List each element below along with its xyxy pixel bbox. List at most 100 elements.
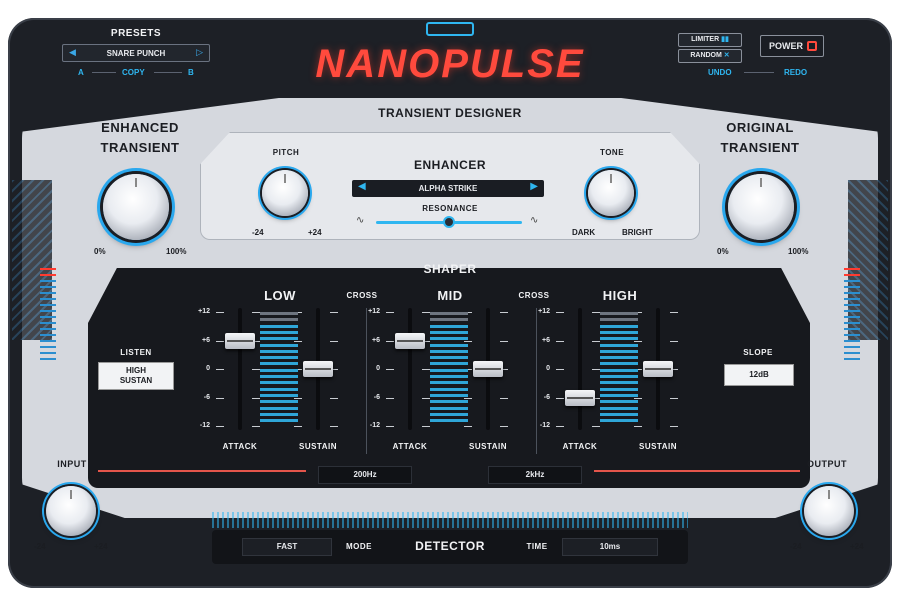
meter-segment (260, 318, 298, 322)
meter-segment (430, 412, 468, 416)
scale-label: +6 (202, 336, 210, 344)
meter-segment (430, 393, 468, 397)
scale-label: -6 (373, 393, 380, 401)
scale-tick (216, 312, 224, 313)
scale-tick (422, 369, 430, 370)
input-label: INPUT (57, 459, 87, 469)
meter-segment (260, 381, 298, 385)
scale-tick (556, 397, 564, 399)
scale-tick (386, 397, 394, 399)
sustain-fader-cap[interactable] (643, 361, 673, 377)
scale-tick (592, 369, 600, 370)
scale-label: +6 (372, 336, 380, 344)
meter-segment (430, 387, 468, 391)
meter-segment (260, 412, 298, 416)
scale-label: +12 (368, 308, 380, 315)
meter-segment (260, 349, 298, 353)
meter-segment (430, 400, 468, 404)
scale-tick (592, 312, 600, 313)
output-label: OUTPUT (807, 459, 847, 469)
listen-value-1: HIGH (126, 366, 146, 375)
meter-segment (600, 381, 638, 385)
scale-tick (330, 340, 338, 342)
scale-tick (500, 312, 508, 313)
attack-fader-cap[interactable] (225, 332, 255, 349)
listen-selector[interactable]: HIGH SUSTAN (98, 362, 174, 390)
attack-fader-track[interactable] (238, 308, 242, 430)
mid-sustain-label: SUSTAIN (468, 442, 508, 451)
meter-segment (430, 375, 468, 378)
meter-segment (260, 362, 298, 366)
scale-tick (216, 369, 224, 370)
accent-line-right (594, 470, 800, 472)
detector-grille (212, 512, 688, 528)
scale-tick (422, 397, 430, 399)
sustain-fader-cap[interactable] (303, 361, 333, 377)
attack-fader-track[interactable] (408, 308, 412, 430)
scale-tick (216, 426, 224, 427)
sustain-fader-cap[interactable] (473, 361, 503, 377)
mid-attack-label: ATTACK (392, 442, 428, 451)
slope-selector[interactable]: 12dB (724, 364, 794, 386)
scale-tick (386, 312, 394, 313)
attack-fader-cap[interactable] (395, 332, 425, 349)
scale-tick (592, 426, 600, 427)
time-value[interactable]: 10ms (562, 538, 658, 556)
meter-segment (260, 312, 298, 315)
scale-tick (464, 426, 472, 427)
meter-segment (430, 381, 468, 385)
meter-segment (260, 419, 298, 423)
meter-segment (600, 412, 638, 416)
input-max: +24 (94, 542, 108, 551)
meter-segment (260, 330, 298, 334)
scale-tick (464, 397, 472, 399)
cross-freq-1[interactable]: 200Hz (318, 466, 412, 484)
scale-label: -6 (203, 393, 210, 401)
low-sustain-label: SUSTAIN (298, 442, 338, 451)
meter-segment (600, 337, 638, 341)
attack-fader-track[interactable] (578, 308, 582, 430)
listen-label: LISTEN (120, 348, 152, 357)
high-sustain-label: SUSTAIN (638, 442, 678, 451)
meter-segment (260, 375, 298, 378)
scale-label: 0 (546, 365, 550, 372)
meter-segment (430, 362, 468, 366)
meter-segment (600, 356, 638, 360)
slope-label: SLOPE (743, 348, 773, 357)
meter-segment (430, 406, 468, 410)
scale-tick (252, 369, 260, 370)
scale-tick (386, 426, 394, 427)
meter-segment (260, 356, 298, 360)
meter-segment (600, 387, 638, 391)
meter-segment (260, 393, 298, 397)
meter-segment (600, 406, 638, 410)
scale-tick (252, 397, 260, 399)
meter-segment (600, 330, 638, 334)
scale-tick (386, 369, 394, 370)
meter-segment (600, 349, 638, 353)
scale-tick (330, 397, 338, 399)
input-knob[interactable] (46, 486, 96, 536)
scale-tick (556, 312, 564, 313)
scale-label: +12 (198, 308, 210, 315)
scale-tick (500, 397, 508, 399)
meter-segment (600, 375, 638, 378)
scale-label: -6 (543, 393, 550, 401)
input-min: -24 (34, 542, 46, 551)
meter-segment (430, 356, 468, 360)
scale-label: -12 (199, 422, 210, 429)
attack-fader-cap[interactable] (565, 389, 595, 406)
scale-tick (670, 312, 678, 313)
meter-segment (600, 368, 638, 372)
meter-segment (260, 400, 298, 404)
scale-label: +6 (542, 336, 550, 344)
meter-segment (430, 312, 468, 315)
mode-value[interactable]: FAST (242, 538, 332, 556)
meter-segment (260, 368, 298, 372)
mode-label: MODE (346, 542, 372, 551)
scale-tick (294, 340, 302, 342)
output-knob[interactable] (804, 486, 854, 536)
high-attack-label: ATTACK (562, 442, 598, 451)
scale-tick (670, 340, 678, 342)
cross-freq-2[interactable]: 2kHz (488, 466, 582, 484)
